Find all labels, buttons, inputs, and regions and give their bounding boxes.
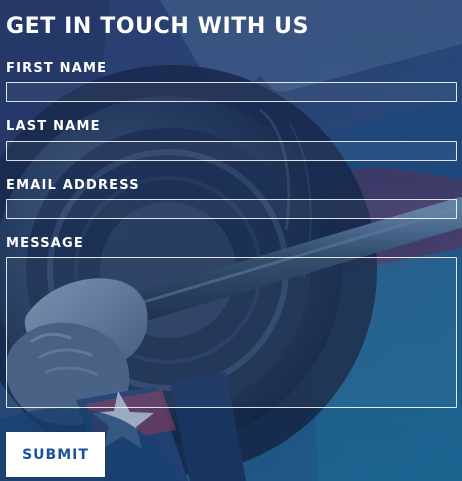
last-name-label: LAST NAME <box>6 119 101 134</box>
submit-button[interactable]: SUBMIT <box>6 432 105 477</box>
message-label: MESSAGE <box>6 236 84 251</box>
contact-form-section: GET IN TOUCH WITH US FIRST NAME LAST NAM… <box>0 0 462 481</box>
first-name-input[interactable] <box>6 82 457 102</box>
message-textarea[interactable] <box>6 257 457 408</box>
last-name-input[interactable] <box>6 141 457 161</box>
email-address-input[interactable] <box>6 199 457 219</box>
first-name-label: FIRST NAME <box>6 61 108 76</box>
email-address-label: EMAIL ADDRESS <box>6 178 140 193</box>
contact-form: GET IN TOUCH WITH US FIRST NAME LAST NAM… <box>0 0 462 481</box>
form-title: GET IN TOUCH WITH US <box>6 14 310 39</box>
